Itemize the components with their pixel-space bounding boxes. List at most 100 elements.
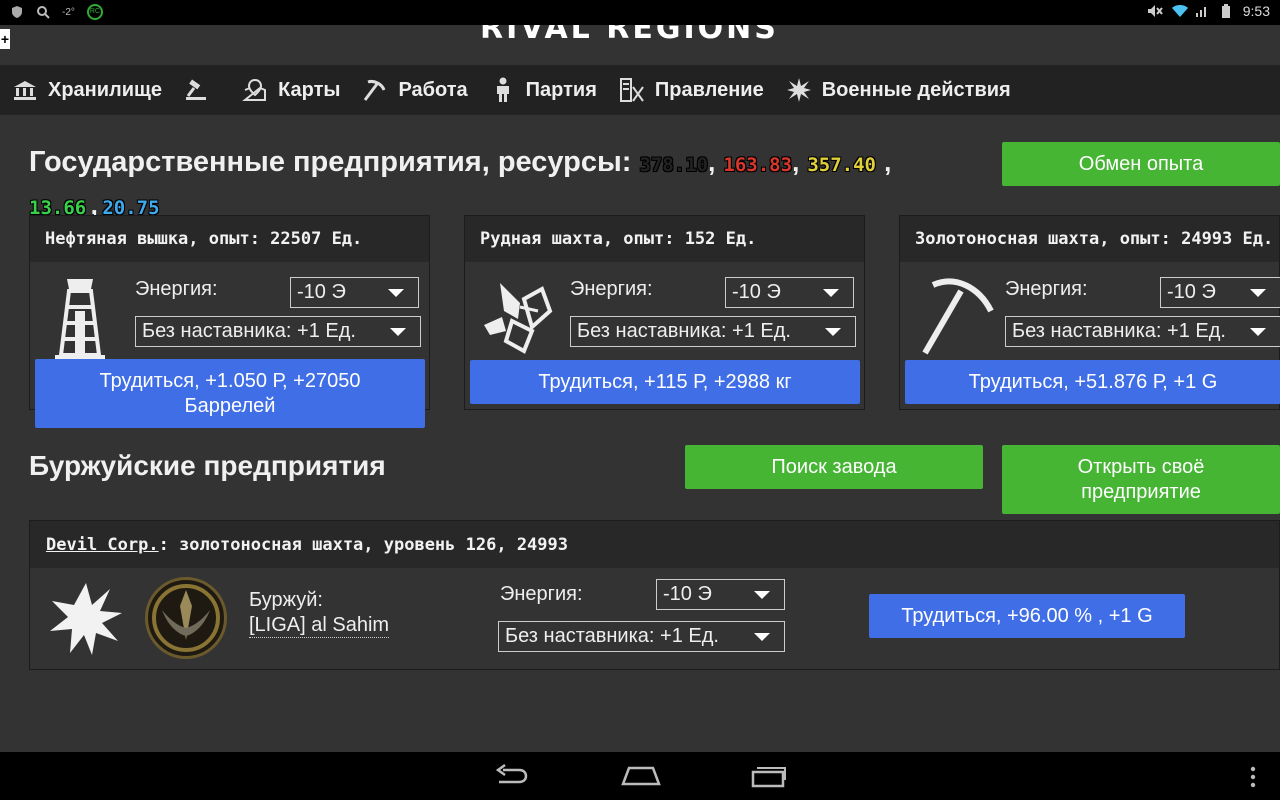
energy-select-value: -10 Э [732,281,781,303]
nav-item-work[interactable]: Работа [362,65,468,115]
app-badge-icon: RC [86,4,103,20]
overflow-menu-icon[interactable] [1250,766,1256,793]
mentor-select-value: Без наставника: +1 Ед. [1012,320,1226,342]
mentor-select-value: Без наставника: +1 Ед. [505,625,719,647]
energy-select-value: -10 Э [297,281,346,303]
status-bar: -2° RC 9:53 [0,0,1280,25]
factory-title: Devil Corp.: золотоносная шахта, уровень… [30,521,1279,568]
work-button[interactable]: Трудиться, +115 Р, +2988 кг [470,360,860,404]
energy-select[interactable]: -10 Э [1160,277,1280,308]
ore-icon [480,271,553,356]
state-title-text: Государственные предприятия, ресурсы: [29,146,632,178]
factory-card: Devil Corp.: золотоносная шахта, уровень… [29,520,1280,670]
nav-item-war[interactable]: Военные действия [786,65,1011,115]
resource-separator: , [884,147,892,177]
state-enterprises-title: Государственные предприятия, ресурсы: 37… [29,146,891,179]
oil-rig-icon [45,271,115,360]
nav-label: Военные действия [821,78,1011,101]
main-nav: Хранилище Карты Работа Партия Правление [0,65,1280,115]
chevron-down-icon [1250,328,1266,336]
mentor-select-value: Без наставника: +1 Ед. [142,320,356,342]
pickaxe-icon [915,271,994,356]
bank-icon [12,77,38,103]
factory-work-button[interactable]: Трудиться, +96.00 % , +1 G [869,594,1185,638]
open-enterprise-button[interactable]: Открыть своё предприятие [1002,445,1280,514]
find-factory-button[interactable]: Поиск завода [685,445,983,489]
owner-label: Буржуй: [249,589,323,611]
clock-text: 9:53 [1242,3,1270,19]
party-icon [490,77,516,103]
battery-icon [1219,4,1233,18]
chevron-down-icon [754,633,770,641]
map-icon [242,77,268,103]
nav-label: Работа [398,78,468,101]
mentor-select[interactable]: Без наставника: +1 Ед. [570,316,856,347]
energy-label: Энергия: [570,278,653,300]
chevron-down-icon [825,328,841,336]
resource-gold-value: 357.40 [807,154,876,176]
card-title: Нефтяная вышка, опыт: 22507 Ед. [30,216,429,262]
factory-title-rest: : золотоносная шахта, уровень 126, 24993 [158,534,568,555]
nav-item-party[interactable]: Партия [490,65,597,115]
resource-separator: , [792,147,800,177]
nav-item-government[interactable]: Правление [619,65,764,115]
nav-item-maps[interactable]: Карты [242,65,340,115]
owner-name-link[interactable]: [LIGA] al Sahim [249,614,390,638]
energy-label: Энергия: [500,583,583,605]
energy-label: Энергия: [1005,278,1088,300]
nav-label: Хранилище [48,78,163,101]
resource-oil-value: 378.10 [639,154,709,176]
chevron-down-icon [390,328,406,336]
nav-label: Партия [525,78,597,101]
mentor-select[interactable]: Без наставника: +1 Ед. [135,316,421,347]
enterprise-card-oil: Нефтяная вышка, опыт: 22507 Ед. Энергия:… [29,215,430,428]
wifi-icon [1171,4,1188,18]
temperature-text: -2° [62,6,75,18]
resource-separator: , [708,147,716,177]
energy-label: Энергия: [135,278,218,300]
mentor-select[interactable]: Без наставника: +1 Ед. [1005,316,1280,347]
enterprise-card-ore: Рудная шахта, опыт: 152 Ед. Энергия: -10… [464,215,865,410]
menu-toggle-button[interactable]: + [0,29,10,49]
enterprise-card-gold: Золотоносная шахта, опыт: 24993 Ед. Энер… [899,215,1280,410]
energy-select-value: -10 Э [1167,281,1216,303]
card-title: Рудная шахта, опыт: 152 Ед. [465,216,864,262]
energy-select[interactable]: -10 Э [656,579,785,610]
explosion-icon [786,77,812,103]
chevron-down-icon [388,289,404,297]
government-icon [619,77,645,103]
avatar[interactable] [145,577,227,659]
chevron-down-icon [823,289,839,297]
gavel-icon [184,77,210,103]
nav-label: Карты [278,78,341,101]
factory-corp-link[interactable]: Devil Corp. [46,535,159,555]
mentor-select-value: Без наставника: +1 Ед. [577,320,791,342]
energy-select[interactable]: -10 Э [290,277,419,308]
shield-icon [10,5,24,19]
pickaxe-icon [362,77,388,103]
work-button[interactable]: Трудиться, +51.876 Р, +1 G [905,360,1280,404]
nav-item-storage[interactable]: Хранилище [12,65,162,115]
card-title: Золотоносная шахта, опыт: 24993 Ед. [900,216,1279,262]
nav-item-court[interactable] [184,65,220,115]
exchange-experience-button[interactable]: Обмен опыта [1002,142,1280,186]
work-button[interactable]: Трудиться, +1.050 Р, +27050 Баррелей [35,359,425,428]
home-icon[interactable] [621,762,661,793]
mute-icon [1147,4,1163,18]
chevron-down-icon [1250,289,1266,297]
app-title: RIVAL REGIONS [480,25,779,46]
app-header: + RIVAL REGIONS [0,25,1280,65]
chevron-down-icon [754,591,770,599]
bourgeois-title: Буржуйские предприятия [29,450,386,481]
nav-label: Правление [654,78,764,101]
search-icon [36,5,50,19]
mentor-select[interactable]: Без наставника: +1 Ед. [498,621,785,652]
energy-select-value: -10 Э [663,583,712,605]
energy-select[interactable]: -10 Э [725,277,854,308]
back-icon[interactable] [493,762,529,793]
system-nav-bar [0,752,1280,800]
explosion-icon [48,581,124,662]
resource-ore-value: 163.83 [723,154,793,176]
signal-icon [1195,4,1209,18]
recent-apps-icon[interactable] [751,762,787,793]
